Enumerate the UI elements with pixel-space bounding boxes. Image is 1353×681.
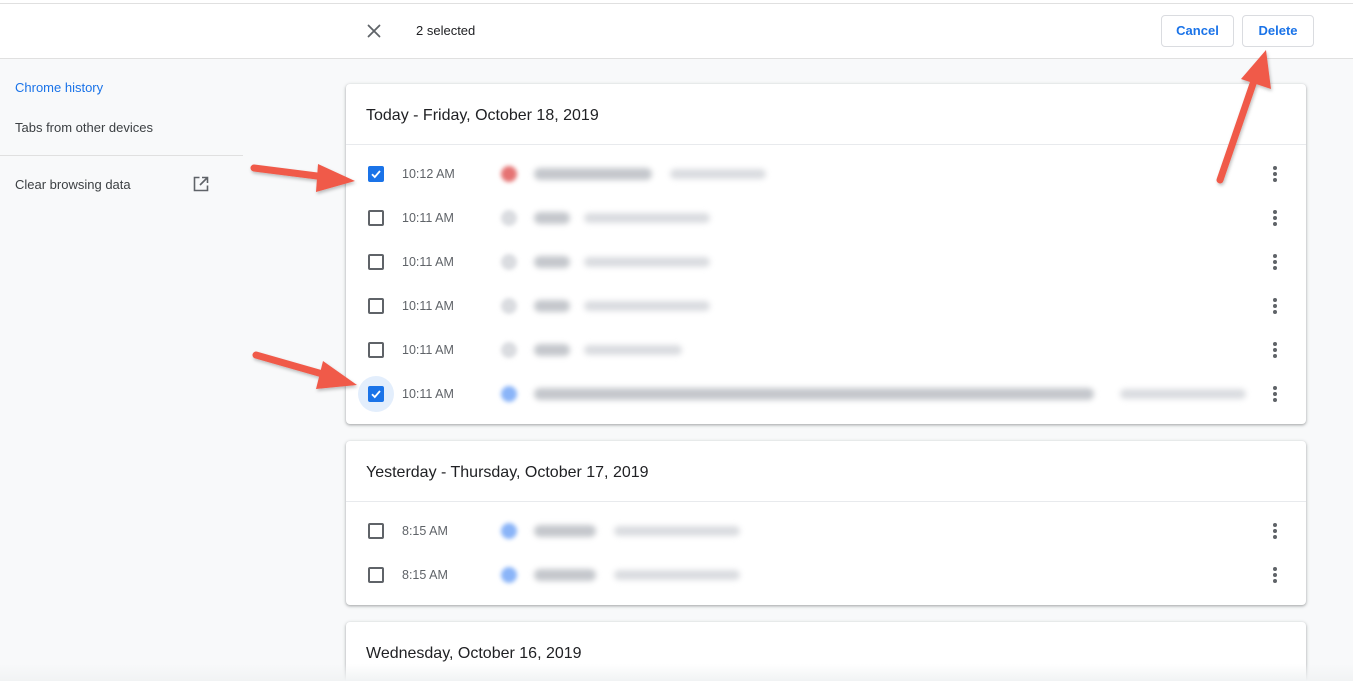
checkmark-icon: [371, 170, 381, 179]
site-favicon-icon: [501, 523, 517, 539]
site-favicon-icon: [501, 210, 517, 226]
history-row[interactable]: 8:15 AM: [346, 509, 1306, 553]
blurred-page-title[interactable]: [534, 344, 570, 356]
visit-time: 10:11 AM: [402, 299, 454, 313]
history-row[interactable]: 10:11 AM: [346, 328, 1306, 372]
more-vertical-icon[interactable]: [1265, 208, 1285, 228]
blurred-page-title[interactable]: [534, 388, 1094, 400]
sidebar-item-tabs-other-devices[interactable]: Tabs from other devices: [15, 120, 153, 135]
selected-count: 2 selected: [416, 23, 476, 38]
site-favicon-icon: [501, 567, 517, 583]
visit-time: 8:15 AM: [402, 524, 448, 538]
site-favicon-icon: [501, 386, 517, 402]
arrow-to-sixth-checkbox: [252, 351, 357, 389]
site-favicon-icon: [501, 298, 517, 314]
history-row[interactable]: 10:11 AM: [346, 196, 1306, 240]
visit-time: 10:12 AM: [402, 167, 455, 181]
visit-time: 10:11 AM: [402, 211, 454, 225]
more-vertical-icon[interactable]: [1265, 296, 1285, 316]
blurred-page-title[interactable]: [534, 525, 596, 537]
sidebar-item-chrome-history[interactable]: Chrome history: [15, 80, 103, 95]
blurred-domain: [584, 213, 710, 223]
site-favicon-icon: [501, 166, 517, 182]
blurred-page-title[interactable]: [534, 569, 596, 581]
cancel-button[interactable]: Cancel: [1161, 15, 1234, 47]
history-row[interactable]: 10:11 AM: [346, 240, 1306, 284]
blurred-domain: [584, 345, 682, 355]
checkbox[interactable]: [368, 342, 384, 358]
more-vertical-icon[interactable]: [1265, 164, 1285, 184]
history-row[interactable]: 10:12 AM: [346, 152, 1306, 196]
blurred-page-title[interactable]: [534, 168, 652, 180]
checkbox[interactable]: [368, 523, 384, 539]
visit-time: 10:11 AM: [402, 343, 454, 357]
history-row[interactable]: 8:15 AM: [346, 553, 1306, 597]
blurred-domain: [584, 301, 710, 311]
blurred-domain: [614, 570, 740, 580]
history-card-today: Today - Friday, October 18, 2019 10:12 A…: [346, 84, 1306, 424]
open-in-new-icon[interactable]: [193, 176, 209, 192]
more-vertical-icon[interactable]: [1265, 340, 1285, 360]
card-date-header: Yesterday - Thursday, October 17, 2019: [346, 441, 1306, 502]
more-vertical-icon[interactable]: [1265, 565, 1285, 585]
sidebar-item-clear-browsing-data[interactable]: Clear browsing data: [15, 177, 131, 192]
checkmark-icon: [371, 390, 381, 399]
checkbox[interactable]: [368, 166, 384, 182]
site-favicon-icon: [501, 254, 517, 270]
sidebar: Chrome history Tabs from other devices C…: [0, 60, 243, 681]
checkbox[interactable]: [368, 567, 384, 583]
checkbox[interactable]: [368, 386, 384, 402]
checkbox[interactable]: [368, 210, 384, 226]
blurred-domain: [670, 169, 766, 179]
card-date-header: Today - Friday, October 18, 2019: [346, 84, 1306, 145]
delete-button[interactable]: Delete: [1242, 15, 1314, 47]
blurred-domain: [584, 257, 710, 267]
selection-toolbar: 2 selected Cancel Delete: [0, 4, 1353, 59]
checkbox[interactable]: [368, 298, 384, 314]
blurred-page-title[interactable]: [534, 300, 570, 312]
sidebar-divider: [0, 155, 243, 156]
blurred-domain: [1120, 389, 1246, 399]
more-vertical-icon[interactable]: [1265, 521, 1285, 541]
more-vertical-icon[interactable]: [1265, 252, 1285, 272]
blurred-page-title[interactable]: [534, 212, 570, 224]
site-favicon-icon: [501, 342, 517, 358]
history-row[interactable]: 10:11 AM: [346, 372, 1306, 416]
visit-time: 8:15 AM: [402, 568, 448, 582]
blurred-page-title[interactable]: [534, 256, 570, 268]
bottom-fade: [0, 664, 1353, 681]
more-vertical-icon[interactable]: [1265, 384, 1285, 404]
blurred-domain: [614, 526, 740, 536]
history-row[interactable]: 10:11 AM: [346, 284, 1306, 328]
visit-time: 10:11 AM: [402, 255, 454, 269]
checkbox[interactable]: [368, 254, 384, 270]
history-card-yesterday: Yesterday - Thursday, October 17, 2019 8…: [346, 441, 1306, 605]
arrow-to-first-checkbox: [250, 164, 355, 192]
visit-time: 10:11 AM: [402, 387, 454, 401]
close-icon[interactable]: [364, 21, 384, 41]
